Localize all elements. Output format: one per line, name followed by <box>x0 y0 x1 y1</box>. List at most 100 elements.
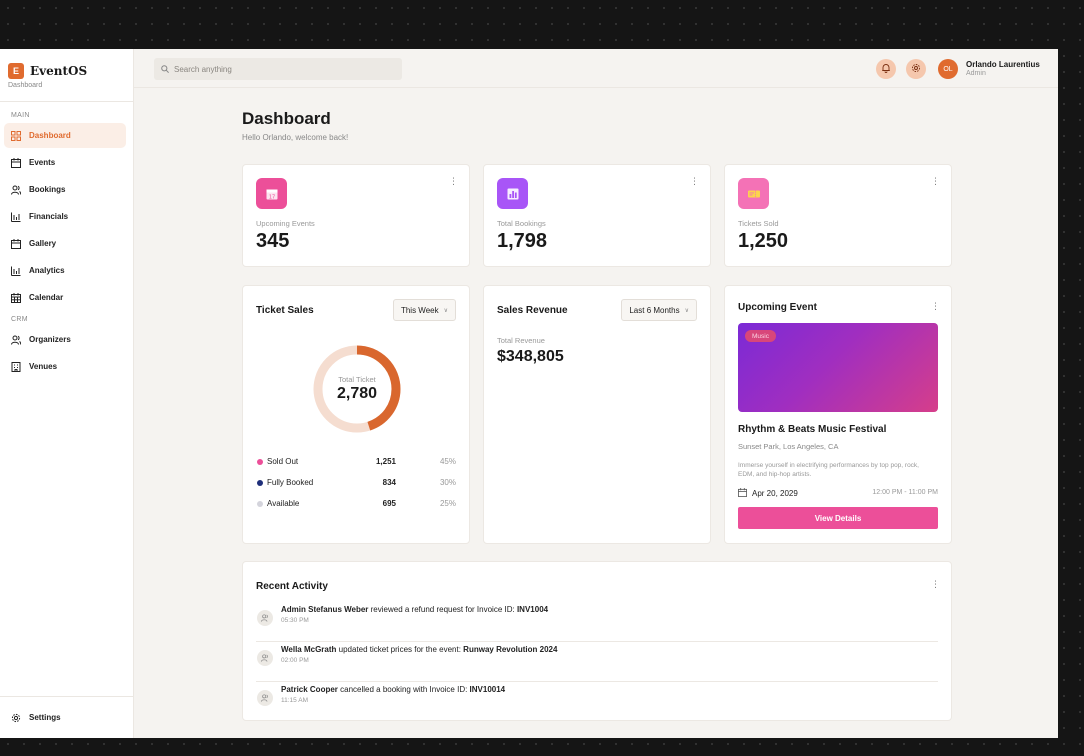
user-avatar-icon <box>257 650 273 666</box>
activity-text: Admin Stefanus Weber reviewed a refund r… <box>281 605 548 614</box>
activity-actor: Admin Stefanus Weber <box>281 605 369 614</box>
user-avatar[interactable]: OL <box>938 59 958 79</box>
search-bar[interactable] <box>154 58 402 80</box>
legend-percent: 30% <box>439 478 456 487</box>
user-avatar-icon <box>257 690 273 706</box>
search-icon <box>161 60 169 78</box>
donut-center-label: Total Ticket <box>338 375 376 384</box>
sidebar-item-label: Events <box>29 158 56 167</box>
sidebar-item-organizers[interactable]: Organizers <box>4 327 126 352</box>
more-options-icon[interactable]: ⋮ <box>931 177 940 186</box>
sidebar-item-venues[interactable]: Venues <box>4 354 126 379</box>
activity-target: INV1004 <box>516 605 549 614</box>
sidebar-item-events[interactable]: Events <box>4 150 126 175</box>
gear-icon <box>11 713 21 723</box>
legend-value: 834 <box>382 478 396 487</box>
bell-icon <box>881 60 891 78</box>
main-content: OL Orlando Laurentius Admin Dashboard He… <box>134 49 1058 738</box>
donut-center-value: 2,780 <box>336 385 378 402</box>
legend-percent: 25% <box>439 499 456 508</box>
chevron-down-icon: ∨ <box>443 307 448 314</box>
more-options-icon[interactable]: ⋮ <box>690 177 699 186</box>
stat-label: Tickets Sold <box>738 219 779 228</box>
sidebar-item-bookings[interactable]: Bookings <box>4 177 126 202</box>
sidebar: E EventOS Dashboard MAIN Dashboard Event… <box>0 49 134 738</box>
stat-value: 1,250 <box>738 230 789 252</box>
card-title: Upcoming Event <box>738 302 817 313</box>
recent-activity-card: Recent Activity ⋮ Admin Stefanus Weber r… <box>242 561 952 721</box>
activity-target: Runway Revolution 2024 <box>463 645 558 654</box>
legend-name: Fully Booked <box>267 478 314 487</box>
event-time: 12:00 PM - 11:00 PM <box>872 489 938 496</box>
card-title: Ticket Sales <box>256 305 314 316</box>
sidebar-item-label: Settings <box>29 713 61 722</box>
stat-card-tickets-sold: ⋮ Tickets Sold 1,250 <box>724 164 952 267</box>
sidebar-item-financials[interactable]: Financials <box>4 204 126 229</box>
app-window: E EventOS Dashboard MAIN Dashboard Event… <box>0 49 1058 738</box>
stat-label: Total Bookings <box>497 219 546 228</box>
settings-button[interactable] <box>906 59 926 79</box>
card-title: Sales Revenue <box>497 305 568 316</box>
legend-name: Sold Out <box>267 457 299 466</box>
sidebar-item-label: Venues <box>29 362 58 371</box>
activity-row: Patrick Cooper cancelled a booking with … <box>256 682 938 722</box>
sidebar-item-analytics[interactable]: Analytics <box>4 258 126 283</box>
legend-value: 695 <box>382 499 396 508</box>
legend-dot <box>257 501 263 507</box>
dropdown-label: This Week <box>400 305 439 315</box>
topbar: OL Orlando Laurentius Admin <box>134 49 1058 88</box>
user-role: Admin <box>966 70 986 77</box>
legend-row-fully-booked: Fully Booked 834 30% <box>256 478 456 490</box>
stat-card-total-bookings: ⋮ Total Bookings 1,798 <box>483 164 711 267</box>
sidebar-item-settings[interactable]: Settings <box>4 705 68 730</box>
event-title[interactable]: Rhythm & Beats Music Festival <box>738 424 886 435</box>
sidebar-item-dashboard[interactable]: Dashboard <box>4 123 126 148</box>
stat-card-upcoming-events: 17 ⋮ Upcoming Events 345 <box>242 164 470 267</box>
chart-icon <box>497 178 528 209</box>
more-options-icon[interactable]: ⋮ <box>931 302 940 311</box>
legend-dot <box>257 459 263 465</box>
event-date: Apr 20, 2029 <box>738 488 798 499</box>
sidebar-item-label: Bookings <box>29 185 66 194</box>
calendar-grid-icon <box>11 292 21 303</box>
sidebar-item-gallery[interactable]: Gallery <box>4 231 126 256</box>
period-dropdown[interactable]: This Week ∨ <box>392 299 456 321</box>
event-date-text: Apr 20, 2029 <box>752 489 798 498</box>
stat-label: Upcoming Events <box>256 219 315 228</box>
more-options-icon[interactable]: ⋮ <box>931 580 940 589</box>
period-dropdown[interactable]: Last 6 Months ∨ <box>621 299 697 321</box>
ticket-sales-card: Ticket Sales This Week ∨ Total Ticket 2,… <box>242 285 470 544</box>
total-revenue-value: $348,805 <box>497 348 564 365</box>
section-label-crm: CRM <box>11 316 28 323</box>
user-name: Orlando Laurentius <box>966 60 1040 69</box>
bar-chart-icon <box>11 266 21 276</box>
view-details-button[interactable]: View Details <box>738 507 938 529</box>
svg-text:17: 17 <box>268 194 274 200</box>
chevron-down-icon: ∨ <box>684 307 689 314</box>
sidebar-item-calendar[interactable]: Calendar <box>4 285 126 310</box>
grid-icon <box>11 130 21 141</box>
calendar-icon: 17 <box>256 178 287 209</box>
sales-revenue-card: Sales Revenue Last 6 Months ∨ Total Reve… <box>483 285 711 544</box>
event-location: Sunset Park, Los Angeles, CA <box>738 442 839 451</box>
bar-chart-icon <box>11 212 21 222</box>
legend-row-sold-out: Sold Out 1,251 45% <box>256 457 456 469</box>
total-revenue-label: Total Revenue <box>497 336 545 345</box>
search-input[interactable] <box>174 64 384 74</box>
sidebar-item-label: Dashboard <box>29 131 71 140</box>
legend-percent: 45% <box>439 457 456 466</box>
gear-icon <box>911 60 921 78</box>
sidebar-footer: Settings <box>0 696 133 738</box>
notification-button[interactable] <box>876 59 896 79</box>
brand-logo: E <box>8 63 24 79</box>
activity-actor: Wella McGrath <box>281 645 337 654</box>
activity-action: updated ticket prices for the event: <box>336 645 464 654</box>
dropdown-label: Last 6 Months <box>629 305 680 315</box>
activity-target: INV10014 <box>469 685 506 694</box>
activity-time: 02:00 PM <box>281 657 309 664</box>
users-icon <box>11 335 21 345</box>
calendar-icon <box>11 157 21 168</box>
more-options-icon[interactable]: ⋮ <box>449 177 458 186</box>
brand-subtitle: Dashboard <box>8 82 43 89</box>
event-image[interactable]: Music <box>738 323 938 412</box>
